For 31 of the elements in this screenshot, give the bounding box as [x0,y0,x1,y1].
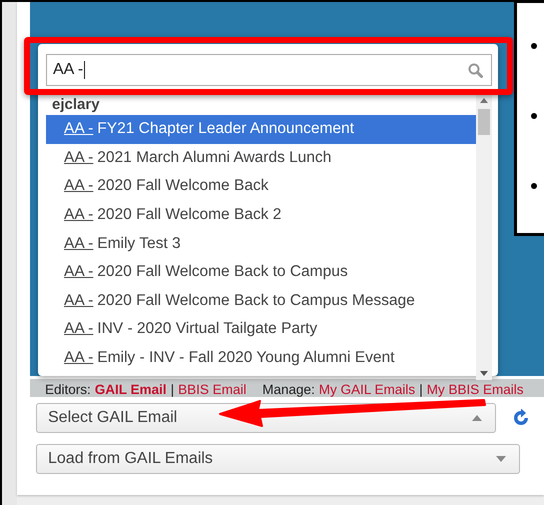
manage-label: Manage: [262,382,315,397]
scrollbar[interactable] [476,94,492,380]
search-field[interactable]: AA - [46,54,492,86]
dropdown-option[interactable]: AA - 2021 March Alumni Awards Lunch [46,144,476,172]
dropdown-option[interactable]: AA - 2020 Fall Welcome Back to Campus Message [46,286,476,316]
separator: | [419,382,423,397]
dropdown-option[interactable]: AA - 2020 Fall Welcome Back to Campus [46,258,476,287]
scroll-down-icon[interactable] [480,371,488,376]
separator: | [170,382,174,397]
caret-icon [496,456,506,462]
dropdown-option[interactable]: AA - 2020 Fall Welcome Back 2 [46,200,476,230]
scroll-up-icon[interactable] [480,98,488,103]
dropdown-option[interactable]: AA - Emily - INV - Fall 2020 Young Alumni Event [46,344,476,372]
scroll-thumb[interactable] [478,109,490,135]
bullet-icon [531,183,537,189]
caret-icon [472,415,482,421]
manage-link[interactable]: My BBIS Emails [426,382,524,397]
editor-link[interactable]: GAIL Email [94,382,167,397]
manage-link[interactable]: My GAIL Emails [318,382,416,397]
dropdown-option[interactable]: AA - 2020 Fall Welcome Back [46,172,476,201]
select-dropdown[interactable]: Load from GAIL Emails [36,444,520,474]
editor-link[interactable]: BBIS Email [178,382,246,397]
group-label: ejclary [51,95,101,115]
refresh-icon[interactable] [512,409,530,427]
dropdown-option[interactable]: AA - FY21 Chapter Leader Announcement [46,115,476,144]
bullet-icon [531,43,537,49]
search-icon [468,62,483,78]
dropdown-option[interactable]: AA - Emily Test 3 [46,229,476,258]
bullet-icon [531,113,537,119]
dropdown-option[interactable]: AA - INV - 2020 Virtual Tailgate Party [46,315,476,344]
editors-label: Editors: [45,382,91,397]
